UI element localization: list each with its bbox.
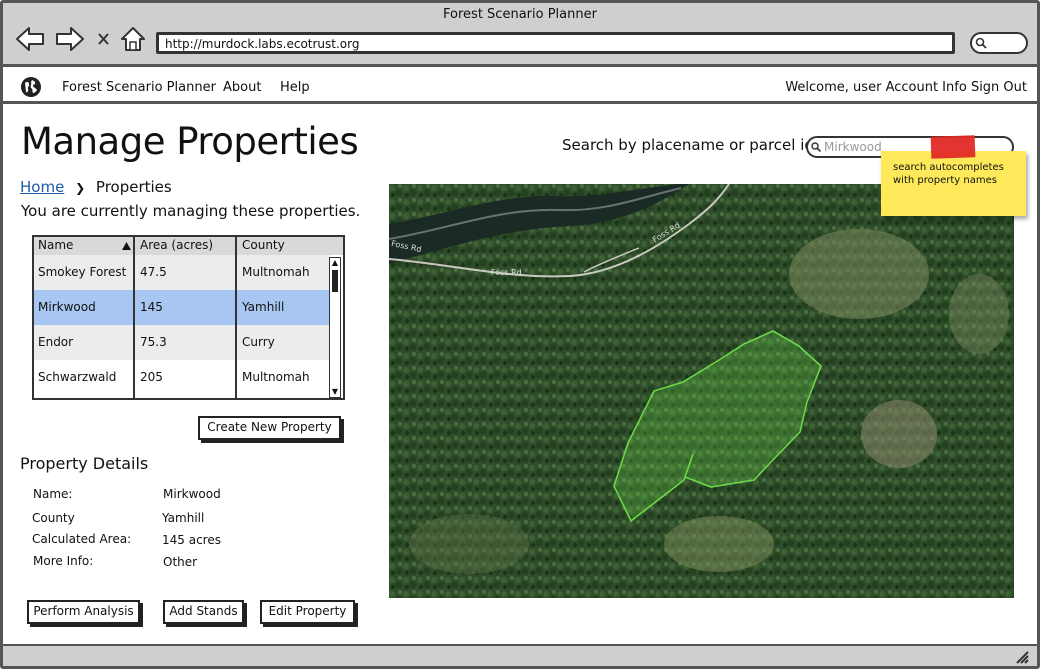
stop-icon[interactable] bbox=[95, 25, 113, 53]
column-header-county[interactable]: County bbox=[242, 238, 285, 252]
nav-about-link[interactable]: About bbox=[223, 80, 261, 95]
table-header: Name Area (acres) County bbox=[34, 237, 343, 255]
column-divider bbox=[235, 237, 237, 398]
search-icon bbox=[811, 142, 821, 152]
detail-county-label: County bbox=[32, 511, 75, 525]
search-label: Search by placename or parcel id: bbox=[562, 136, 819, 154]
breadcrumb-home-link[interactable]: Home bbox=[20, 178, 64, 196]
column-divider bbox=[133, 237, 135, 398]
detail-name-label: Name: bbox=[33, 487, 73, 501]
sticky-tape bbox=[930, 135, 976, 159]
window-title: Forest Scenario Planner bbox=[443, 7, 597, 22]
search-icon bbox=[975, 37, 987, 49]
cell-area: 145 bbox=[140, 300, 163, 314]
cell-name: Endor bbox=[38, 335, 74, 349]
detail-info-label: More Info: bbox=[33, 554, 94, 568]
sort-ascending-icon[interactable] bbox=[122, 242, 131, 250]
column-header-name[interactable]: Name bbox=[38, 238, 73, 252]
properties-table: Name Area (acres) County Smokey Forest 4… bbox=[32, 235, 345, 400]
cell-county: Curry bbox=[242, 335, 275, 349]
column-header-area[interactable]: Area (acres) bbox=[140, 238, 213, 252]
property-details-title: Property Details bbox=[20, 454, 149, 473]
detail-area-label: Calculated Area: bbox=[32, 532, 132, 546]
table-row-selected[interactable]: Mirkwood 145 Yamhill bbox=[34, 290, 330, 325]
cell-name: Smokey Forest bbox=[38, 265, 127, 279]
chevron-right-icon: ❯ bbox=[75, 181, 86, 195]
nav-brand-link[interactable]: Forest Scenario Planner bbox=[62, 80, 216, 95]
table-row[interactable]: Schwarzwald 205 Multnomah bbox=[34, 360, 330, 395]
add-stands-button[interactable]: Add Stands bbox=[163, 600, 244, 624]
forward-arrow-icon[interactable] bbox=[55, 25, 85, 53]
cell-county: Yamhill bbox=[242, 300, 285, 314]
browser-search-field[interactable] bbox=[970, 32, 1028, 54]
cell-area: 205 bbox=[140, 370, 163, 384]
cell-name: Schwarzwald bbox=[38, 370, 117, 384]
breadcrumb: Home ❯ Properties bbox=[20, 178, 172, 196]
annotation-sticky-note: search autocompletes with property names bbox=[881, 151, 1026, 216]
globe-icon[interactable] bbox=[20, 76, 42, 98]
cell-area: 47.5 bbox=[140, 265, 167, 279]
account-info-link[interactable]: Account Info bbox=[886, 80, 967, 95]
user-nav: Welcome, user Account Info Sign Out bbox=[785, 80, 1027, 95]
resize-grip-icon[interactable] bbox=[1015, 650, 1029, 664]
table-row[interactable]: Endor 75.3 Curry bbox=[34, 325, 330, 360]
browser-window: Forest Scenario Planner http://murdock.l… bbox=[0, 0, 1040, 669]
table-scrollbar[interactable]: ▲ ▼ bbox=[329, 257, 341, 398]
map-imagery bbox=[389, 184, 1014, 598]
welcome-text: Welcome, user bbox=[785, 80, 882, 95]
app-navbar: Forest Scenario Planner About Help Welco… bbox=[3, 70, 1037, 104]
intro-text: You are currently managing these propert… bbox=[21, 202, 361, 220]
edit-property-button[interactable]: Edit Property bbox=[260, 600, 355, 624]
scroll-thumb[interactable] bbox=[332, 270, 338, 292]
detail-county-value: Yamhill bbox=[162, 511, 205, 525]
cell-name: Mirkwood bbox=[38, 300, 96, 314]
scroll-down-icon[interactable]: ▼ bbox=[331, 388, 339, 396]
satellite-map[interactable]: Foss Rd Foss Rd Foss Rd bbox=[389, 184, 1014, 598]
back-arrow-icon[interactable] bbox=[15, 25, 45, 53]
browser-toolbar: Forest Scenario Planner http://murdock.l… bbox=[3, 3, 1037, 67]
road-label: Foss Rd bbox=[491, 268, 522, 277]
detail-name-value: Mirkwood bbox=[163, 487, 221, 501]
browser-status-bar bbox=[3, 644, 1037, 666]
detail-area-value: 145 acres bbox=[162, 533, 221, 547]
sign-out-link[interactable]: Sign Out bbox=[971, 80, 1027, 95]
breadcrumb-current: Properties bbox=[95, 178, 172, 196]
cell-area: 75.3 bbox=[140, 335, 167, 349]
home-icon[interactable] bbox=[119, 25, 149, 53]
cell-county: Multnomah bbox=[242, 370, 310, 384]
search-placeholder: Mirkwood bbox=[824, 140, 882, 154]
nav-help-link[interactable]: Help bbox=[280, 80, 310, 95]
detail-info-value: Other bbox=[163, 555, 198, 569]
cell-county: Multnomah bbox=[242, 265, 310, 279]
page-title: Manage Properties bbox=[21, 120, 359, 163]
table-row[interactable]: Smokey Forest 47.5 Multnomah bbox=[34, 255, 330, 290]
create-property-button[interactable]: Create New Property bbox=[198, 416, 341, 440]
scroll-up-icon[interactable]: ▲ bbox=[331, 259, 339, 267]
perform-analysis-button[interactable]: Perform Analysis bbox=[27, 600, 140, 624]
address-bar[interactable]: http://murdock.labs.ecotrust.org bbox=[156, 32, 955, 54]
